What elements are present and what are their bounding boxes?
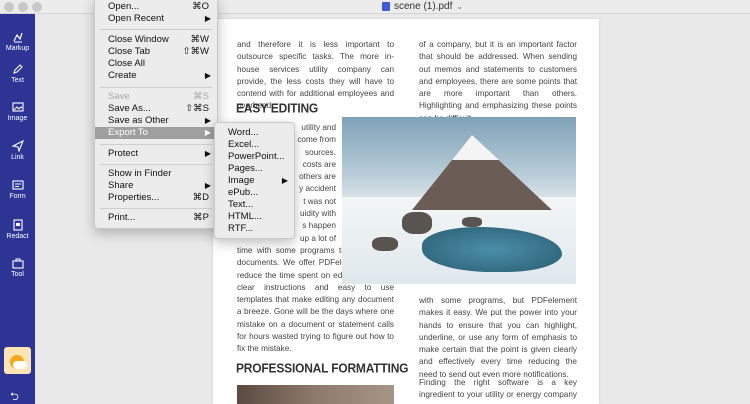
text-fragment: others are: [299, 172, 336, 182]
chevron-right-icon: ▶: [281, 176, 288, 185]
text-fragment: s happen: [302, 221, 336, 231]
menu-item-create[interactable]: Create ▶: [95, 70, 217, 82]
sidebar-item-label: Redact: [6, 233, 29, 240]
menu-item-open-recent[interactable]: Open Recent ▶: [95, 13, 217, 25]
markup-icon: [12, 32, 23, 43]
avatar[interactable]: [4, 347, 31, 374]
redact-icon: [12, 219, 23, 231]
menu-item-close-window[interactable]: Close Window ⌘W: [95, 34, 217, 46]
menu-item-open[interactable]: Open... ⌘O: [95, 1, 217, 13]
menu-item-protect[interactable]: Protect ▶: [95, 148, 217, 160]
menu-item-export-excel[interactable]: Excel...: [215, 139, 294, 151]
text-fragment: sources.: [305, 147, 336, 157]
menu-item-export-powerpoint[interactable]: PowerPoint...: [215, 151, 294, 163]
text-fragment: y accident: [299, 184, 336, 194]
text-fragment: t was not: [303, 196, 336, 206]
text-fragment: uidity with: [300, 209, 336, 219]
sidebar-item-image[interactable]: Image: [0, 101, 35, 122]
menu-item-save-as[interactable]: Save As... ⇧⌘S: [95, 103, 217, 115]
document-title-text: scene (1).pdf: [394, 1, 453, 12]
sidebar-item-redact[interactable]: Redact: [0, 219, 35, 240]
sidebar-item-form[interactable]: Form: [0, 179, 35, 200]
export-submenu: Word... Excel... PowerPoint... Pages... …: [214, 122, 295, 239]
pdf-file-icon: [382, 2, 390, 11]
sidebar-item-markup[interactable]: Markup: [0, 31, 35, 52]
menu-item-close-tab[interactable]: Close Tab ⇧⌘W: [95, 46, 217, 58]
menu-item-close-all[interactable]: Close All: [95, 58, 217, 70]
text-fragment: up a lot of: [300, 233, 336, 243]
menu-item-export-pages[interactable]: Pages...: [215, 163, 294, 175]
sidebar-item-label: Text: [11, 77, 24, 84]
sidebar-item-label: Tool: [11, 271, 24, 278]
menu-item-properties[interactable]: Properties... ⌘D: [95, 192, 217, 204]
sidebar-item-link[interactable]: Link: [0, 140, 35, 161]
right-column-bottom-text: with some programs, but PDFelement makes…: [419, 296, 577, 379]
form-icon: [11, 180, 24, 190]
image-icon: [11, 102, 24, 112]
chevron-right-icon: ▶: [204, 71, 211, 80]
sidebar-item-label: Markup: [5, 45, 30, 52]
right-column-last-text: Finding the right software is a key ingr…: [419, 378, 577, 404]
text-fragment: come from: [297, 135, 336, 145]
heading-professional-formatting: PROFESSIONAL FORMATTING: [236, 360, 409, 376]
heading-easy-editing: EASY EDITING: [236, 100, 319, 116]
document-title[interactable]: scene (1).pdf ⌄: [382, 1, 463, 12]
weather-cloud-icon: [13, 361, 27, 369]
menu-item-export-rtf[interactable]: RTF...: [215, 223, 294, 235]
menu-item-save: Save ⌘S: [108, 91, 209, 102]
sidebar: Markup Text Image Link Form Redact Tool …: [0, 14, 35, 404]
sidebar-item-label: Image: [7, 115, 28, 122]
file-menu: Open... ⌘O Open Recent ▶ Close Window ⌘W Cl…: [94, 0, 218, 229]
menu-item-export-html[interactable]: HTML...: [215, 211, 294, 223]
sidebar-item-label: Link: [11, 154, 24, 161]
chevron-right-icon: ▶: [204, 181, 211, 190]
chevron-right-icon: ▶: [204, 116, 211, 125]
text-fragment: costs are: [302, 159, 336, 169]
menu-item-export-to[interactable]: Export To ▶: [95, 127, 217, 139]
document-photo-mountain: [342, 117, 576, 284]
left-column-fragments: utility and come from sources. costs are…: [296, 122, 336, 245]
chevron-right-icon: ▶: [204, 149, 211, 158]
document-photo-2: [237, 385, 394, 404]
back-arrow-icon[interactable]: ⮌: [10, 388, 19, 404]
zoom-window-icon[interactable]: [32, 2, 42, 12]
chevron-down-icon: ⌄: [456, 2, 464, 11]
link-send-icon: [11, 140, 24, 152]
minimize-window-icon[interactable]: [18, 2, 28, 12]
toolbox-icon: [11, 258, 24, 269]
chevron-right-icon: ▶: [204, 128, 211, 137]
menu-item-show-in-finder[interactable]: Show in Finder: [95, 168, 217, 180]
right-column-top-text: of a company, but it is an important fac…: [419, 40, 577, 123]
sidebar-item-label: Form: [9, 193, 26, 200]
menu-item-print[interactable]: Print... ⌘P: [95, 212, 217, 224]
text-pen-icon: [12, 64, 23, 74]
sidebar-item-text[interactable]: Text: [0, 63, 35, 84]
menu-item-save-as-other[interactable]: Save as Other ▶: [95, 115, 217, 127]
menu-item-export-word[interactable]: Word...: [215, 127, 294, 139]
sidebar-item-tool[interactable]: Tool: [0, 257, 35, 278]
menu-item-export-epub[interactable]: ePub...: [215, 187, 294, 199]
menu-item-share[interactable]: Share ▶: [95, 180, 217, 192]
menu-item-export-image[interactable]: Image ▶: [215, 175, 294, 187]
text-fragment: utility and: [301, 123, 336, 132]
menu-item-export-text[interactable]: Text...: [215, 199, 294, 211]
chevron-right-icon: ▶: [204, 14, 211, 23]
close-window-icon[interactable]: [4, 2, 14, 12]
